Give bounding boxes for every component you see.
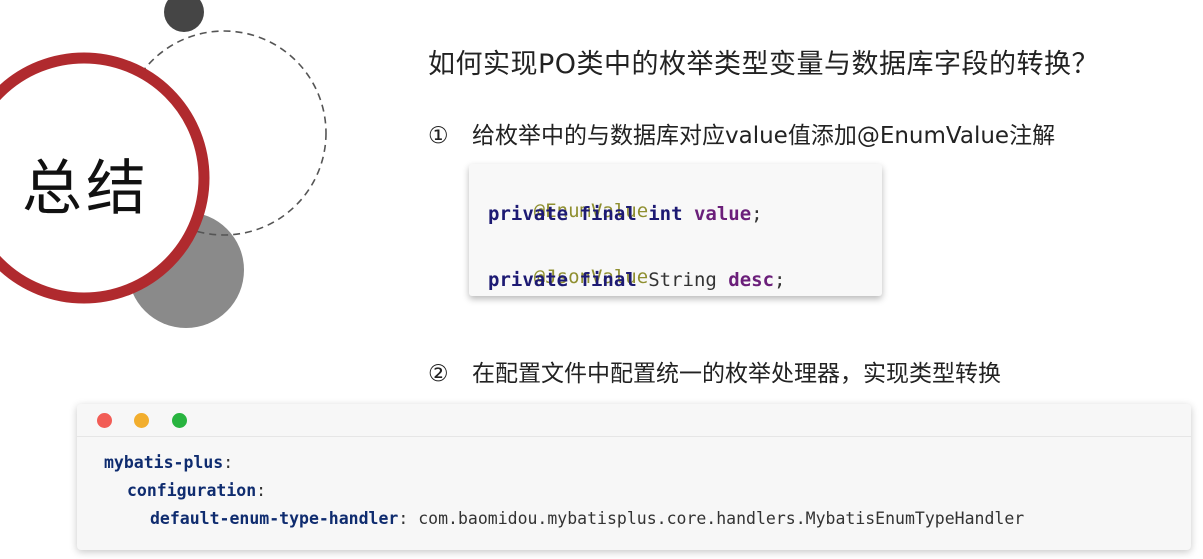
yaml-code-window: mybatis-plus: configuration: default-enu…	[77, 404, 1191, 550]
yaml-line-3: default-enum-type-handler: com.baomidou.…	[150, 507, 1024, 531]
field-desc: desc	[728, 269, 775, 291]
keyword-private: private	[488, 269, 569, 291]
semicolon: ;	[774, 269, 786, 291]
code-line-2: private final int value;	[488, 199, 763, 229]
java-code-block: @EnumValue private final int value; @Jso…	[469, 164, 882, 296]
yaml-colon: :	[398, 509, 409, 528]
step-2-text: 在配置文件中配置统一的枚举处理器，实现类型转换	[472, 361, 1001, 387]
summary-heading: 总结	[22, 154, 150, 224]
code-line-3: @JsonValue	[488, 232, 648, 288]
window-minimize-dot-icon	[134, 413, 149, 428]
dark-circle-top	[164, 0, 204, 32]
step-1-number: ①	[428, 123, 449, 149]
step-1: ① 给枚举中的与数据库对应value值添加@EnumValue注解	[428, 116, 1055, 150]
keyword-final: final	[579, 269, 637, 291]
yaml-line-1: mybatis-plus:	[104, 451, 233, 475]
yaml-colon: :	[256, 481, 267, 500]
keyword-int: int	[648, 203, 683, 225]
dashed-circle	[121, 30, 327, 236]
yaml-line-2: configuration:	[127, 479, 266, 503]
type-string: String	[648, 269, 717, 291]
code-line-1: @EnumValue	[488, 166, 648, 222]
keyword-private: private	[488, 203, 569, 225]
code-line-4: private final String desc;	[488, 265, 786, 295]
gray-circle	[128, 212, 244, 328]
step-2-number: ②	[428, 361, 449, 387]
step-1-text: 给枚举中的与数据库对应value值添加@EnumValue注解	[472, 123, 1056, 149]
yaml-key-mybatis-plus: mybatis-plus	[104, 453, 224, 472]
page-title: 如何实现PO类中的枚举类型变量与数据库字段的转换？	[428, 49, 1100, 80]
window-titlebar	[77, 404, 1191, 437]
field-value: value	[693, 203, 752, 225]
yaml-key-default-enum-type-handler: default-enum-type-handler	[150, 509, 399, 528]
yaml-value-handler-class: com.baomidou.mybatisplus.core.handlers.M…	[408, 509, 1025, 528]
semicolon: ;	[751, 203, 763, 225]
window-close-dot-icon	[97, 413, 112, 428]
window-maximize-dot-icon	[172, 413, 187, 428]
step-2: ② 在配置文件中配置统一的枚举处理器，实现类型转换	[428, 354, 1001, 388]
keyword-final: final	[579, 203, 637, 225]
yaml-key-configuration: configuration	[127, 481, 257, 500]
yaml-colon: :	[223, 453, 234, 472]
